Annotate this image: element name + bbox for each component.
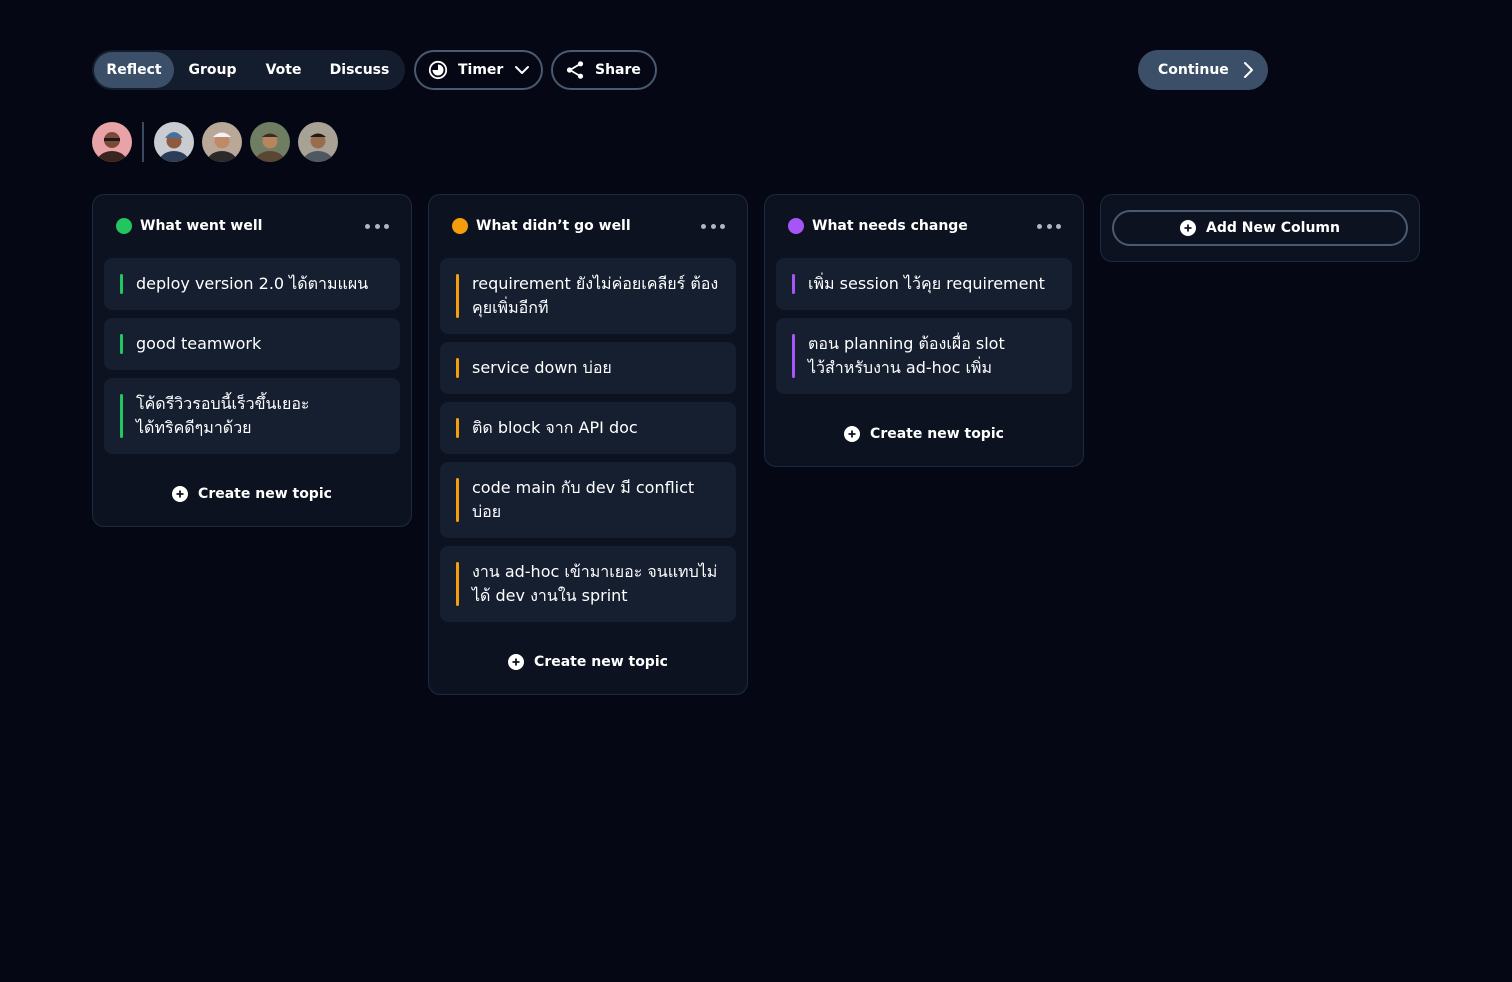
create-topic-button[interactable]: Create new topic <box>93 462 411 526</box>
card-accent-bar <box>120 274 123 294</box>
topic-text: service down บ่อย <box>472 358 612 377</box>
participant-avatar[interactable] <box>202 122 242 162</box>
timer-icon <box>428 60 448 80</box>
topic-text: deploy version 2.0 ได้ตามแผน <box>136 274 369 293</box>
stage-tab-discuss[interactable]: Discuss <box>316 52 403 88</box>
continue-button[interactable]: Continue <box>1138 50 1268 90</box>
card-accent-bar <box>792 274 795 294</box>
card-accent-bar <box>456 478 459 522</box>
column-header: What didn’t go well <box>429 195 747 257</box>
stage-tab-reflect[interactable]: Reflect <box>94 52 174 88</box>
avatar-divider <box>142 122 144 162</box>
chevron-right-icon <box>1241 61 1255 79</box>
topic-card[interactable]: code main กับ dev มี conflict บ่อย <box>440 462 736 538</box>
column-what-didnt-go-well: What didn’t go well requirement ยังไม่ค่… <box>428 194 748 695</box>
plus-circle-icon <box>1180 220 1196 236</box>
column-what-needs-change: What needs change เพิ่ม session ไว้คุย r… <box>764 194 1084 467</box>
timer-label: Timer <box>458 62 504 78</box>
column-title: What went well <box>140 218 263 234</box>
create-topic-label: Create new topic <box>870 426 1004 442</box>
status-dot <box>788 218 804 234</box>
card-accent-bar <box>456 418 459 438</box>
topic-card[interactable]: requirement ยังไม่ค่อยเคลียร์ ต้องคุยเพิ… <box>440 258 736 334</box>
card-accent-bar <box>792 334 795 378</box>
column-title: What needs change <box>812 218 968 234</box>
share-button[interactable]: Share <box>551 50 657 90</box>
add-new-column-button[interactable]: Add New Column <box>1112 210 1408 246</box>
more-options-icon[interactable] <box>365 215 389 237</box>
card-accent-bar <box>456 358 459 378</box>
card-accent-bar <box>456 274 459 318</box>
topic-text: good teamwork <box>136 334 262 353</box>
more-options-icon[interactable] <box>701 215 725 237</box>
topic-card[interactable]: เพิ่ม session ไว้คุย requirement <box>776 258 1072 310</box>
topic-card[interactable]: good teamwork <box>104 318 400 370</box>
topic-card[interactable]: งาน ad-hoc เข้ามาเยอะ จนแทบไม่ได้ dev งา… <box>440 546 736 622</box>
share-icon <box>565 60 585 80</box>
chevron-down-icon <box>513 61 531 79</box>
continue-label: Continue <box>1158 62 1229 78</box>
add-new-column-label: Add New Column <box>1206 220 1340 236</box>
share-label: Share <box>595 62 641 78</box>
topic-card[interactable]: ตอน planning ต้องเผื่อ slot ไว้สำหรับงาน… <box>776 318 1072 394</box>
participant-avatar[interactable] <box>154 122 194 162</box>
status-dot <box>116 218 132 234</box>
column-title: What didn’t go well <box>476 218 631 234</box>
topic-card[interactable]: ติด block จาก API doc <box>440 402 736 454</box>
plus-circle-icon <box>844 426 861 442</box>
column-header: What needs change <box>765 195 1083 257</box>
card-accent-bar <box>456 562 459 606</box>
status-dot <box>452 218 468 234</box>
topic-card[interactable]: service down บ่อย <box>440 342 736 394</box>
create-topic-button[interactable]: Create new topic <box>765 402 1083 466</box>
stage-switcher: Reflect Group Vote Discuss <box>92 50 405 90</box>
column-header: What went well <box>93 195 411 257</box>
create-topic-label: Create new topic <box>198 486 332 502</box>
create-topic-label: Create new topic <box>534 654 668 670</box>
topic-text: ติด block จาก API doc <box>472 418 638 437</box>
card-accent-bar <box>120 334 123 354</box>
topic-text: requirement ยังไม่ค่อยเคลียร์ ต้องคุยเพิ… <box>472 274 719 317</box>
create-topic-button[interactable]: Create new topic <box>429 630 747 694</box>
timer-button[interactable]: Timer <box>414 50 543 90</box>
topic-text: โค้ดรีวิวรอบนี้เร็วขึ้นเยอะ ได้ทริคดีๆมา… <box>136 394 310 437</box>
topic-text: เพิ่ม session ไว้คุย requirement <box>808 274 1045 293</box>
column-what-went-well: What went well deploy version 2.0 ได้ตาม… <box>92 194 412 527</box>
topic-text: งาน ad-hoc เข้ามาเยอะ จนแทบไม่ได้ dev งา… <box>472 562 718 605</box>
current-user-avatar[interactable] <box>92 122 132 162</box>
stage-tab-vote[interactable]: Vote <box>251 52 316 88</box>
stage-tab-group[interactable]: Group <box>174 52 251 88</box>
topic-card[interactable]: deploy version 2.0 ได้ตามแผน <box>104 258 400 310</box>
topic-card[interactable]: โค้ดรีวิวรอบนี้เร็วขึ้นเยอะ ได้ทริคดีๆมา… <box>104 378 400 454</box>
participant-avatar[interactable] <box>298 122 338 162</box>
card-accent-bar <box>120 394 123 438</box>
more-options-icon[interactable] <box>1037 215 1061 237</box>
topic-text: code main กับ dev มี conflict บ่อย <box>472 478 695 521</box>
plus-circle-icon <box>508 654 525 670</box>
topic-text: ตอน planning ต้องเผื่อ slot ไว้สำหรับงาน… <box>808 334 1005 377</box>
plus-circle-icon <box>172 486 189 502</box>
participant-avatar[interactable] <box>250 122 290 162</box>
add-column-panel: Add New Column <box>1100 194 1420 262</box>
participants-bar <box>92 122 338 162</box>
